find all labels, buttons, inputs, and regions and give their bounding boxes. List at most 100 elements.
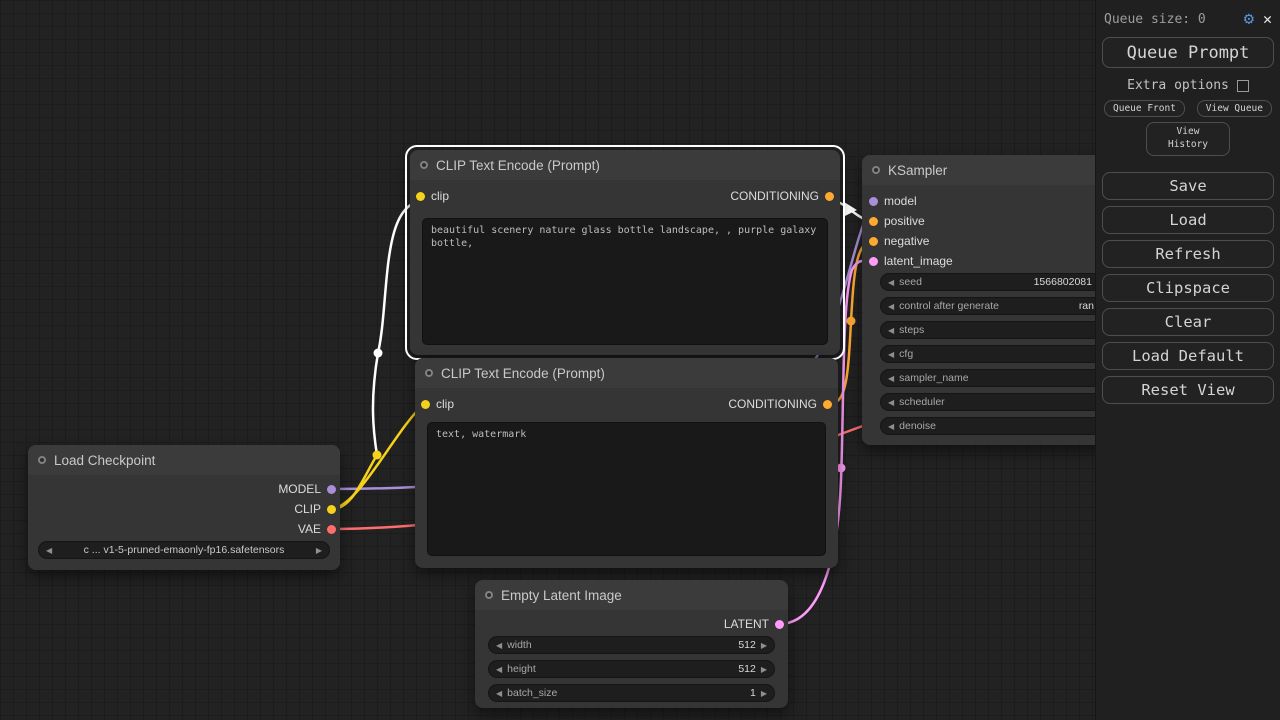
prev-value-arrow-icon[interactable]: ◀ [888,350,894,359]
queue-front-button[interactable]: Queue Front [1104,100,1185,117]
node-clip-text-encode-negative[interactable]: CLIP Text Encode (Prompt) clip CONDITION… [415,358,838,568]
negative-prompt-textarea[interactable]: text, watermark [427,422,826,556]
link-midpoint-dot[interactable] [373,348,383,358]
conditioning-slot-dot[interactable] [869,216,878,226]
view-queue-button[interactable]: View Queue [1196,100,1272,117]
node-title: Load Checkpoint [54,452,156,468]
widget-label: control after generate [899,300,999,312]
slot-label: CONDITIONING [728,397,817,411]
decrement-arrow-icon[interactable]: ◀ [496,689,502,698]
node-clip-text-encode-positive[interactable]: CLIP Text Encode (Prompt) clip CONDITION… [405,145,845,360]
clear-button[interactable]: Clear [1102,307,1274,336]
widget-label: scheduler [899,396,945,408]
collapse-dot-icon[interactable] [38,456,46,464]
prev-value-arrow-icon[interactable]: ◀ [888,374,894,383]
node-title: KSampler [888,162,948,178]
save-button[interactable]: Save [1102,171,1274,200]
close-menu-icon[interactable]: ✕ [1263,12,1272,27]
load-button[interactable]: Load [1102,205,1274,234]
reset-view-button[interactable]: Reset View [1102,375,1274,404]
node-load-checkpoint[interactable]: Load Checkpoint MODEL CLIP VAE ◀ c ... v… [28,445,340,570]
increment-arrow-icon[interactable]: ▶ [761,689,767,698]
increment-arrow-icon[interactable]: ▶ [761,665,767,674]
load-default-button[interactable]: Load Default [1102,341,1274,370]
output-slot-clip[interactable]: CLIP [294,499,340,519]
queue-prompt-button[interactable]: Queue Prompt [1102,37,1274,68]
input-slot-clip[interactable]: clip [421,394,454,414]
widget-label: seed [899,276,922,288]
prev-value-arrow-icon[interactable]: ◀ [888,326,894,335]
input-slot-clip[interactable]: clip [416,186,449,206]
collapse-dot-icon[interactable] [425,369,433,377]
collapse-dot-icon[interactable] [872,166,880,174]
comfyui-canvas[interactable]: CLIP Text Encode (Prompt) clip CONDITION… [0,0,1280,720]
slot-label: CLIP [294,502,321,516]
widget-label: sampler_name [899,372,969,384]
clip-slot-dot[interactable] [327,504,336,514]
node-title-bar[interactable]: CLIP Text Encode (Prompt) [415,358,838,388]
output-slot-model[interactable]: MODEL [278,479,340,499]
output-slot-vae[interactable]: VAE [298,519,340,539]
comfyui-menu-panel: Queue size: 0 ⚙ ✕ Queue Prompt Extra opt… [1095,0,1280,720]
prev-value-arrow-icon[interactable]: ◀ [888,398,894,407]
conditioning-slot-dot[interactable] [869,236,878,246]
height-widget[interactable]: ◀ height 512 ▶ [488,660,775,678]
queue-size-label: Queue size: 0 [1104,12,1206,27]
node-title: CLIP Text Encode (Prompt) [441,365,605,381]
model-slot-dot[interactable] [327,484,336,494]
slot-label: clip [436,397,455,411]
prev-value-arrow-icon[interactable]: ◀ [888,422,894,431]
widget-label: height [507,663,536,675]
settings-gear-icon[interactable]: ⚙ [1244,11,1254,28]
decrement-arrow-icon[interactable]: ◀ [496,665,502,674]
vae-slot-dot[interactable] [327,524,336,534]
latent-slot-dot[interactable] [869,256,878,266]
view-history-button[interactable]: View History [1146,122,1230,156]
widget-value: 512 [738,663,756,675]
link-midpoint-dot[interactable] [372,450,382,460]
width-widget[interactable]: ◀ width 512 ▶ [488,636,775,654]
slot-label: latent_image [884,254,953,268]
positive-prompt-textarea[interactable]: beautiful scenery nature glass bottle la… [422,218,828,345]
node-title-bar[interactable]: Empty Latent Image [475,580,788,610]
clip-slot-dot[interactable] [416,191,425,201]
collapse-dot-icon[interactable] [485,591,493,599]
conditioning-slot-dot[interactable] [823,399,832,409]
clip-slot-dot[interactable] [421,399,430,409]
increment-arrow-icon[interactable]: ▶ [761,641,767,650]
model-slot-dot[interactable] [869,196,878,206]
clipspace-button[interactable]: Clipspace [1102,273,1274,302]
node-empty-latent-image[interactable]: Empty Latent Image LATENT ◀ width 512 ▶ … [475,580,788,708]
prev-value-arrow-icon[interactable]: ◀ [888,278,894,287]
prev-value-arrow-icon[interactable]: ◀ [888,302,894,311]
slot-label: positive [884,214,925,228]
widget-label: width [507,639,532,651]
link-midpoint-dot[interactable] [846,316,856,326]
slot-label: negative [884,234,930,248]
conditioning-slot-dot[interactable] [825,191,834,201]
refresh-button[interactable]: Refresh [1102,239,1274,268]
extra-options-label: Extra options [1127,78,1229,93]
batch-size-widget[interactable]: ◀ batch_size 1 ▶ [488,684,775,702]
slot-label: CONDITIONING [730,189,819,203]
slot-label: MODEL [278,482,321,496]
latent-slot-dot[interactable] [775,619,784,629]
node-title-bar[interactable]: CLIP Text Encode (Prompt) [410,150,840,180]
collapse-dot-icon[interactable] [420,161,428,169]
decrement-arrow-icon[interactable]: ◀ [496,641,502,650]
prev-value-arrow-icon[interactable]: ◀ [46,546,52,555]
slot-label: clip [431,189,450,203]
extra-options-checkbox[interactable] [1236,79,1249,92]
widget-label: denoise [899,420,936,432]
next-value-arrow-icon[interactable]: ▶ [316,546,322,555]
widget-value: 1 [750,687,756,699]
slot-label: LATENT [723,617,769,631]
widget-value: 1566802081 [1033,276,1092,288]
slot-label: VAE [297,522,321,536]
output-slot-conditioning[interactable]: CONDITIONING [730,186,834,206]
output-slot-conditioning[interactable]: CONDITIONING [728,394,832,414]
widget-label: steps [899,324,925,336]
ckpt-name-combo-widget[interactable]: ◀ c ... v1-5-pruned-emaonly-fp16.safeten… [38,541,330,559]
output-slot-latent[interactable]: LATENT [724,614,788,634]
node-title-bar[interactable]: Load Checkpoint [28,445,340,475]
